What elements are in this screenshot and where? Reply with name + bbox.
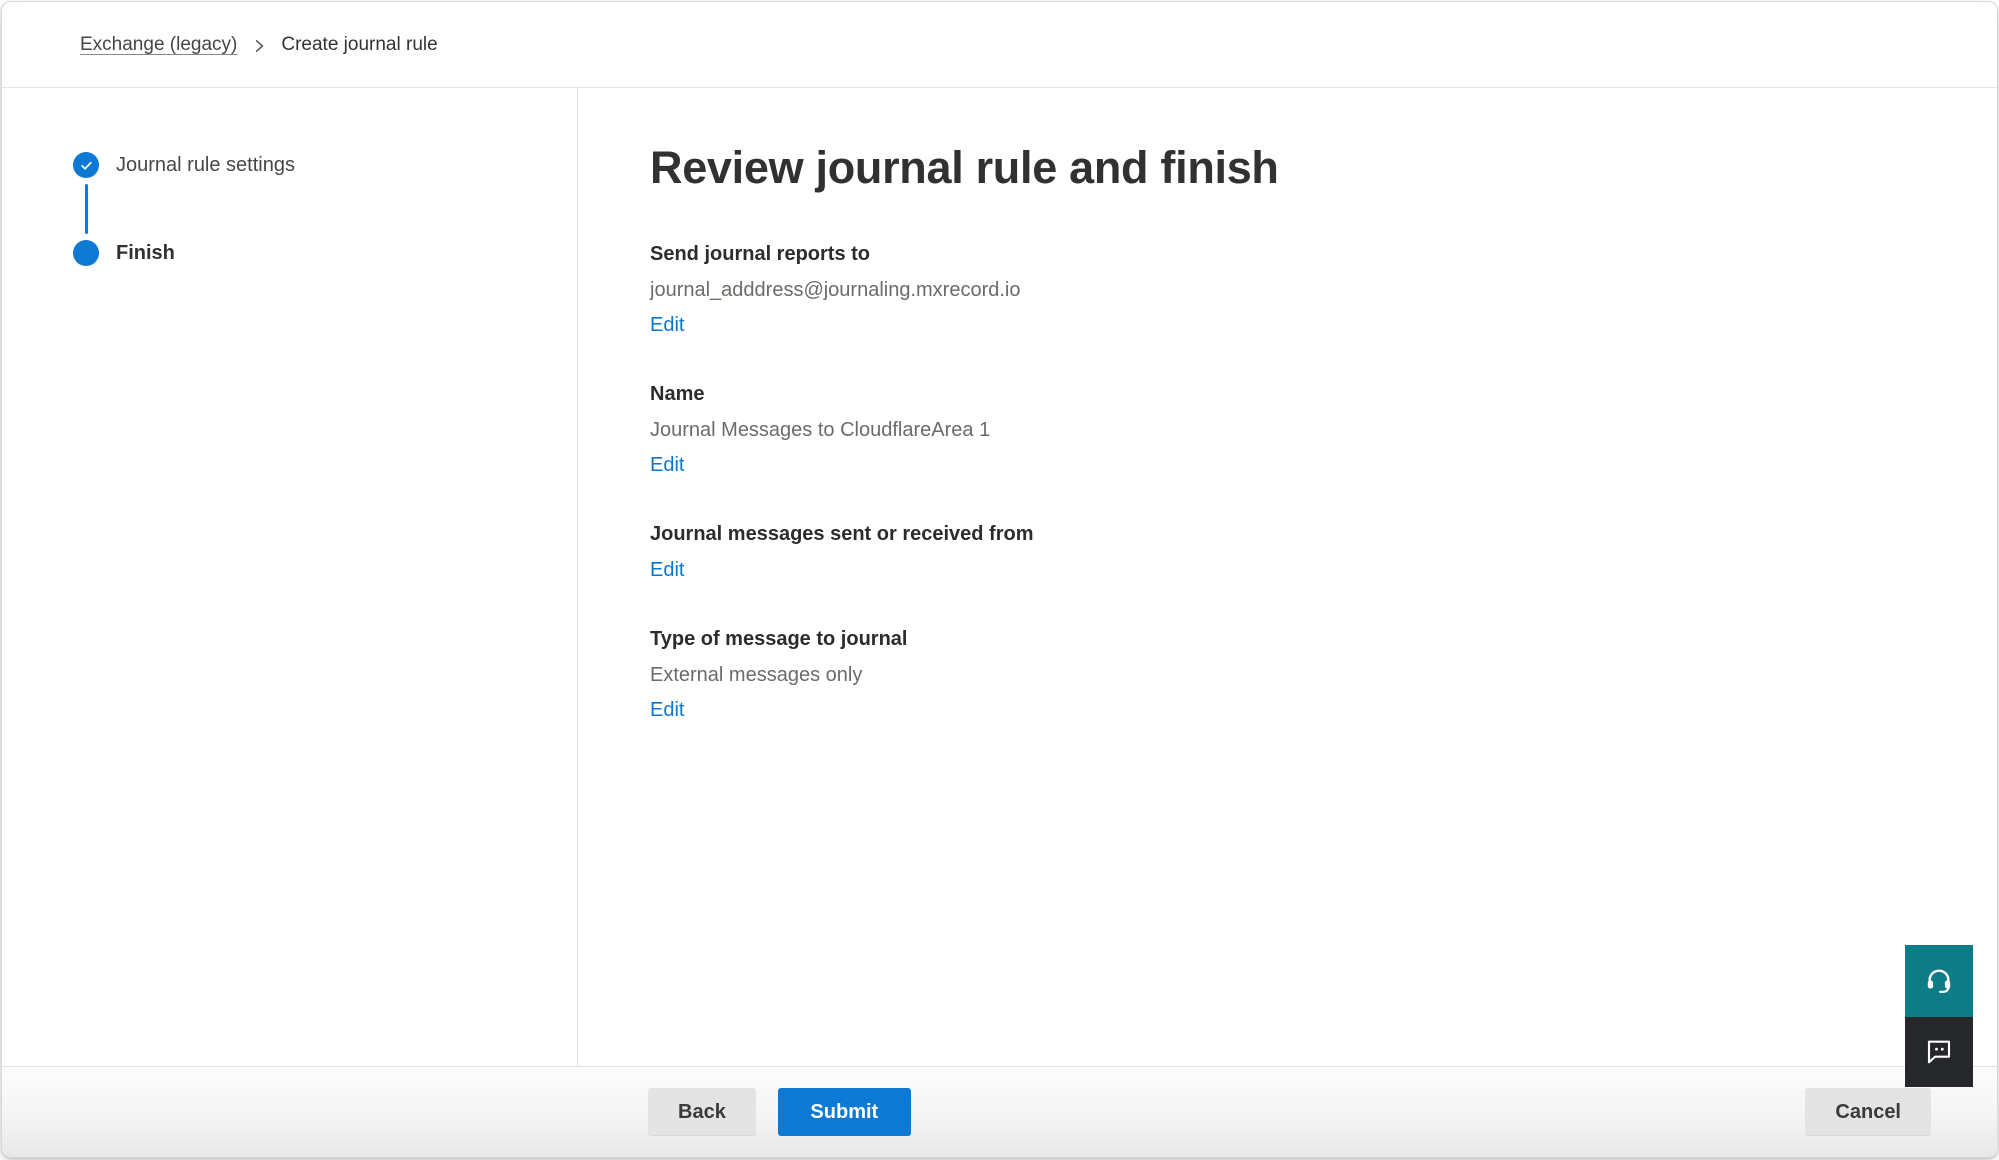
message-type-value: External messages only <box>650 664 1997 687</box>
submit-button[interactable]: Submit <box>778 1088 911 1136</box>
edit-name-link[interactable]: Edit <box>650 454 684 477</box>
section-send-journal-reports-to: Send journal reports to journal_adddress… <box>650 243 1997 337</box>
step-journal-rule-settings[interactable]: Journal rule settings <box>73 152 577 178</box>
journal-report-address-value: journal_adddress@journaling.mxrecord.io <box>650 279 1997 302</box>
back-button[interactable]: Back <box>648 1088 756 1136</box>
breadcrumb-current-page: Create journal rule <box>281 34 437 56</box>
feedback-button[interactable] <box>1905 1017 1973 1087</box>
chevron-right-icon <box>252 39 266 53</box>
breadcrumb: Exchange (legacy) Create journal rule <box>2 2 1997 88</box>
review-panel: Review journal rule and finish Send jour… <box>578 88 1997 1066</box>
side-widgets <box>1905 945 1973 1087</box>
step-completed-check-icon <box>73 152 99 178</box>
edit-journal-messages-link[interactable]: Edit <box>650 559 684 582</box>
section-label: Journal messages sent or received from <box>650 523 1997 546</box>
section-label: Name <box>650 383 1997 406</box>
breadcrumb-link-exchange-legacy[interactable]: Exchange (legacy) <box>80 34 237 56</box>
exchange-admin-window: Exchange (legacy) Create journal rule Jo… <box>1 1 1998 1158</box>
feedback-icon <box>1924 1036 1954 1069</box>
wizard-steps-panel: Journal rule settings Finish <box>2 88 578 1066</box>
help-button[interactable] <box>1905 945 1973 1017</box>
section-name: Name Journal Messages to CloudflareArea … <box>650 383 1997 477</box>
step-finish[interactable]: Finish <box>73 240 577 266</box>
step-connector-line <box>85 184 88 234</box>
section-type-of-message: Type of message to journal External mess… <box>650 628 1997 722</box>
page-title: Review journal rule and finish <box>650 143 1997 193</box>
edit-send-journal-reports-link[interactable]: Edit <box>650 314 684 337</box>
headset-icon <box>1923 964 1955 999</box>
edit-message-type-link[interactable]: Edit <box>650 699 684 722</box>
cancel-button[interactable]: Cancel <box>1805 1088 1931 1136</box>
section-journal-messages-sent-or-received: Journal messages sent or received from E… <box>650 523 1997 582</box>
wizard-footer: Back Submit Cancel <box>2 1066 1997 1157</box>
step-current-dot-icon <box>73 240 99 266</box>
rule-name-value: Journal Messages to CloudflareArea 1 <box>650 419 1997 442</box>
step-label-journal-rule-settings: Journal rule settings <box>116 154 295 177</box>
wizard-body: Journal rule settings Finish Review jour… <box>2 88 1997 1066</box>
section-label: Send journal reports to <box>650 243 1997 266</box>
step-label-finish: Finish <box>116 242 175 265</box>
section-label: Type of message to journal <box>650 628 1997 651</box>
